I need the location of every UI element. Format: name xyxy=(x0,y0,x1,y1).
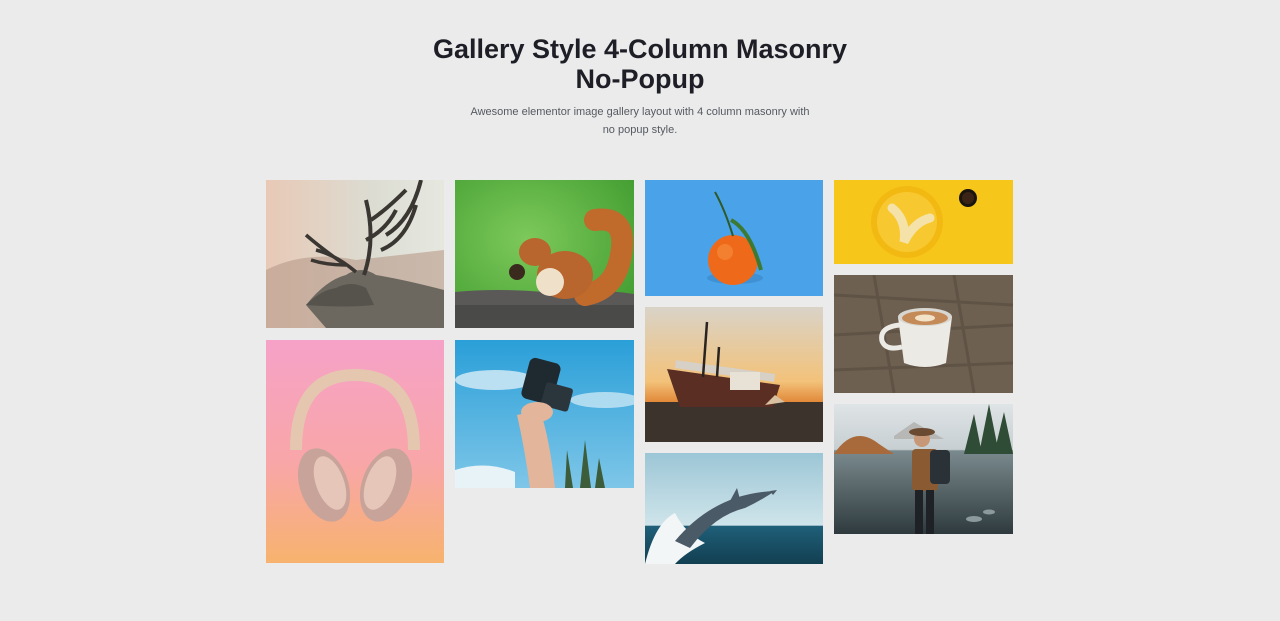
deer-photo xyxy=(266,180,444,328)
gallery-page: Gallery Style 4-Column Masonry No-Popup … xyxy=(0,0,1280,621)
gallery-item-orange[interactable] xyxy=(645,180,823,296)
gallery-item-boat[interactable] xyxy=(645,307,823,442)
gallery-item-hiker[interactable] xyxy=(834,404,1013,534)
gallery-item-dolphin[interactable] xyxy=(645,453,823,564)
gallery-item-camera[interactable] xyxy=(455,340,634,488)
coffee-cup-photo xyxy=(834,275,1013,393)
page-title: Gallery Style 4-Column Masonry No-Popup xyxy=(432,34,848,94)
hiker-lake-photo xyxy=(834,404,1013,534)
tangerine-photo xyxy=(645,180,823,296)
gallery-item-deer[interactable] xyxy=(266,180,444,328)
shipwreck-photo xyxy=(645,307,823,442)
banana-plate-photo xyxy=(834,180,1013,264)
camera-hand-photo xyxy=(455,340,634,488)
squirrel-photo xyxy=(455,180,634,328)
gallery-item-headphones[interactable] xyxy=(266,340,444,563)
gallery-item-squirrel[interactable] xyxy=(455,180,634,328)
gallery-header: Gallery Style 4-Column Masonry No-Popup … xyxy=(0,34,1280,139)
page-subtitle: Awesome elementor image gallery layout w… xyxy=(470,106,810,136)
dolphin-photo xyxy=(645,453,823,564)
gallery-item-banana[interactable] xyxy=(834,180,1013,264)
headphones-photo xyxy=(266,340,444,563)
gallery-item-coffee[interactable] xyxy=(834,275,1013,393)
